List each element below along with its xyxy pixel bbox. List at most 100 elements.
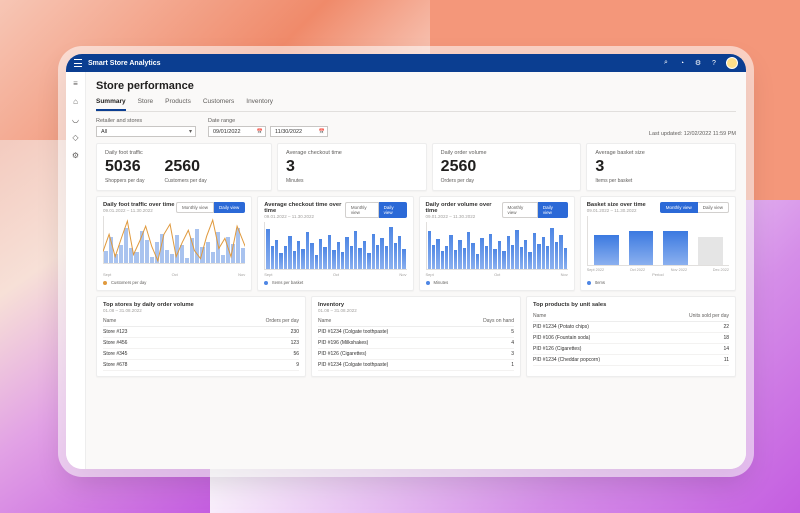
table-row: PID #126 (Cigarettes)3 bbox=[318, 349, 514, 360]
daterange-label: Date range bbox=[208, 118, 328, 124]
device-frame: Smart Store Analytics ⌕ ◔ ⚙ ? ≡ ⌂ ◡ ◇ ⚙ … bbox=[66, 54, 746, 469]
col-header: Name bbox=[103, 316, 186, 327]
table-row: Store #456123 bbox=[103, 338, 299, 349]
chart-foot-traffic: Daily foot traffic over time 09.01.2022 … bbox=[96, 196, 252, 291]
page-title: Store performance bbox=[96, 80, 736, 92]
toggle-monthly[interactable]: Monthly view bbox=[660, 202, 698, 213]
toggle-daily[interactable]: Daily view bbox=[538, 202, 568, 218]
filters-row: Retailer and stores All Date range 09/01… bbox=[96, 118, 736, 137]
chart-legend: Items bbox=[587, 280, 729, 285]
last-updated: Last updated: 12/02/2022 11:59 PM bbox=[649, 131, 736, 137]
tab-products[interactable]: Products bbox=[165, 98, 191, 111]
view-toggle[interactable]: Monthly view Daily view bbox=[660, 202, 729, 213]
chart-legend: Items per basket bbox=[264, 280, 406, 285]
kpi-basket-size: Average basket size 3 Items per basket bbox=[586, 143, 736, 191]
chart-body bbox=[264, 222, 406, 270]
chart-legend: Minutes bbox=[426, 280, 568, 285]
kpi-sub: Minutes bbox=[286, 178, 418, 184]
kpi-sub: Shoppers per day bbox=[105, 178, 144, 184]
view-toggle[interactable]: Monthly view Daily view bbox=[176, 202, 245, 213]
toggle-daily[interactable]: Daily view bbox=[698, 202, 729, 213]
date-to-input[interactable]: 11/30/2022 bbox=[270, 126, 328, 137]
toggle-monthly[interactable]: Monthly view bbox=[345, 202, 379, 218]
view-toggle[interactable]: Monthly view Daily view bbox=[345, 202, 407, 218]
table: NameDays on hand PID #1234 (Colgate toot… bbox=[318, 316, 514, 371]
table: NameOrders per day Store #123230Store #4… bbox=[103, 316, 299, 371]
nav-lightbulb-icon[interactable]: ◡ bbox=[71, 114, 81, 124]
kpi-value: 3 bbox=[286, 158, 418, 176]
table-row: PID #1234 (Potato chips)22 bbox=[533, 322, 729, 333]
avatar[interactable] bbox=[726, 57, 738, 69]
table-row: Store #123230 bbox=[103, 327, 299, 338]
table-range: 01.08 – 31.08.2022 bbox=[318, 308, 514, 313]
table-row: PID #196 (Milkshakes)4 bbox=[318, 338, 514, 349]
kpi-sub: Customers per day bbox=[164, 178, 206, 184]
col-header: Units sold per day bbox=[656, 311, 729, 322]
tab-summary[interactable]: Summary bbox=[96, 98, 126, 111]
kpi-checkout-time: Average checkout time 3 Minutes bbox=[277, 143, 427, 191]
kpi-row: Daily foot traffic 5036 Shoppers per day… bbox=[96, 143, 736, 191]
chart-range: 09.01.2022 – 11.30.2022 bbox=[426, 214, 502, 219]
chart-body bbox=[103, 216, 245, 270]
col-header: Name bbox=[318, 316, 454, 327]
chart-body bbox=[426, 222, 568, 270]
toggle-monthly[interactable]: Monthly view bbox=[502, 202, 538, 218]
kpi-order-volume: Daily order volume 2560 Orders per day bbox=[432, 143, 582, 191]
nav-menu-icon[interactable]: ≡ bbox=[71, 78, 81, 88]
table-row: Store #6789 bbox=[103, 360, 299, 371]
chart-title: Average checkout time over time bbox=[264, 202, 345, 214]
nav-settings-icon[interactable]: ⚙ bbox=[71, 150, 81, 160]
legend-dot-icon bbox=[587, 281, 591, 285]
chart-range: 09.01.2022 – 11.30.2022 bbox=[264, 214, 345, 219]
retailer-label: Retailer and stores bbox=[96, 118, 196, 124]
tables-row: Top stores by daily order volume 01.08 –… bbox=[96, 296, 736, 377]
toggle-daily[interactable]: Daily view bbox=[214, 202, 245, 213]
x-axis: SeptOctNov bbox=[103, 272, 245, 277]
kpi-foot-traffic: Daily foot traffic 5036 Shoppers per day… bbox=[96, 143, 272, 191]
kpi-value: 2560 bbox=[164, 158, 206, 176]
kpi-value: 5036 bbox=[105, 158, 144, 176]
nav-analytics-icon[interactable]: ◇ bbox=[71, 132, 81, 142]
col-header: Days on hand bbox=[454, 316, 514, 327]
table-range: 01.08 – 31.08.2022 bbox=[103, 308, 299, 313]
gear-icon[interactable]: ⚙ bbox=[694, 59, 702, 67]
sidebar: ≡ ⌂ ◡ ◇ ⚙ bbox=[66, 72, 86, 469]
chart-row: Daily foot traffic over time 09.01.2022 … bbox=[96, 196, 736, 291]
kpi-sub: Items per basket bbox=[595, 178, 727, 184]
kpi-value: 2560 bbox=[441, 158, 573, 176]
bell-icon[interactable]: ◔ bbox=[678, 59, 686, 67]
tabs: Summary Store Products Customers Invento… bbox=[96, 98, 736, 112]
tab-store[interactable]: Store bbox=[138, 98, 154, 111]
retailer-dropdown[interactable]: All bbox=[96, 126, 196, 137]
legend-dot-icon bbox=[426, 281, 430, 285]
table: NameUnits sold per day PID #1234 (Potato… bbox=[533, 311, 729, 366]
table-top-products: Top products by unit sales NameUnits sol… bbox=[526, 296, 736, 377]
col-header: Orders per day bbox=[186, 316, 299, 327]
help-icon[interactable]: ? bbox=[710, 59, 718, 67]
view-toggle[interactable]: Monthly view Daily view bbox=[502, 202, 568, 218]
kpi-label: Average checkout time bbox=[286, 150, 418, 156]
search-icon[interactable]: ⌕ bbox=[662, 59, 670, 67]
table-row: Store #34556 bbox=[103, 349, 299, 360]
chart-basket-size: Basket size over time 09.01.2022 – 11.30… bbox=[580, 196, 736, 291]
x-axis: SeptOctNov bbox=[264, 272, 406, 277]
menu-icon[interactable] bbox=[74, 59, 82, 67]
date-from-input[interactable]: 09/01/2022 bbox=[208, 126, 266, 137]
table-row: PID #1234 (Cheddar popcorn)11 bbox=[533, 355, 729, 366]
nav-home-icon[interactable]: ⌂ bbox=[71, 96, 81, 106]
app-title: Smart Store Analytics bbox=[88, 60, 656, 67]
toggle-daily[interactable]: Daily view bbox=[379, 202, 407, 218]
kpi-label: Average basket size bbox=[595, 150, 727, 156]
table-row: PID #126 (Cigarettes)14 bbox=[533, 344, 729, 355]
x-axis: SeptOctNov bbox=[426, 272, 568, 277]
table-row: PID #1234 (Colgate toothpaste)5 bbox=[318, 327, 514, 338]
legend-dot-icon bbox=[264, 281, 268, 285]
chart-body bbox=[587, 216, 729, 266]
legend-dot-icon bbox=[103, 281, 107, 285]
chart-checkout-time: Average checkout time over time 09.01.20… bbox=[257, 196, 413, 291]
tab-inventory[interactable]: Inventory bbox=[246, 98, 273, 111]
main-content: Store performance Summary Store Products… bbox=[86, 72, 746, 469]
tab-customers[interactable]: Customers bbox=[203, 98, 234, 111]
toggle-monthly[interactable]: Monthly view bbox=[176, 202, 214, 213]
table-row: PID #1234 (Colgate toothpaste)1 bbox=[318, 360, 514, 371]
